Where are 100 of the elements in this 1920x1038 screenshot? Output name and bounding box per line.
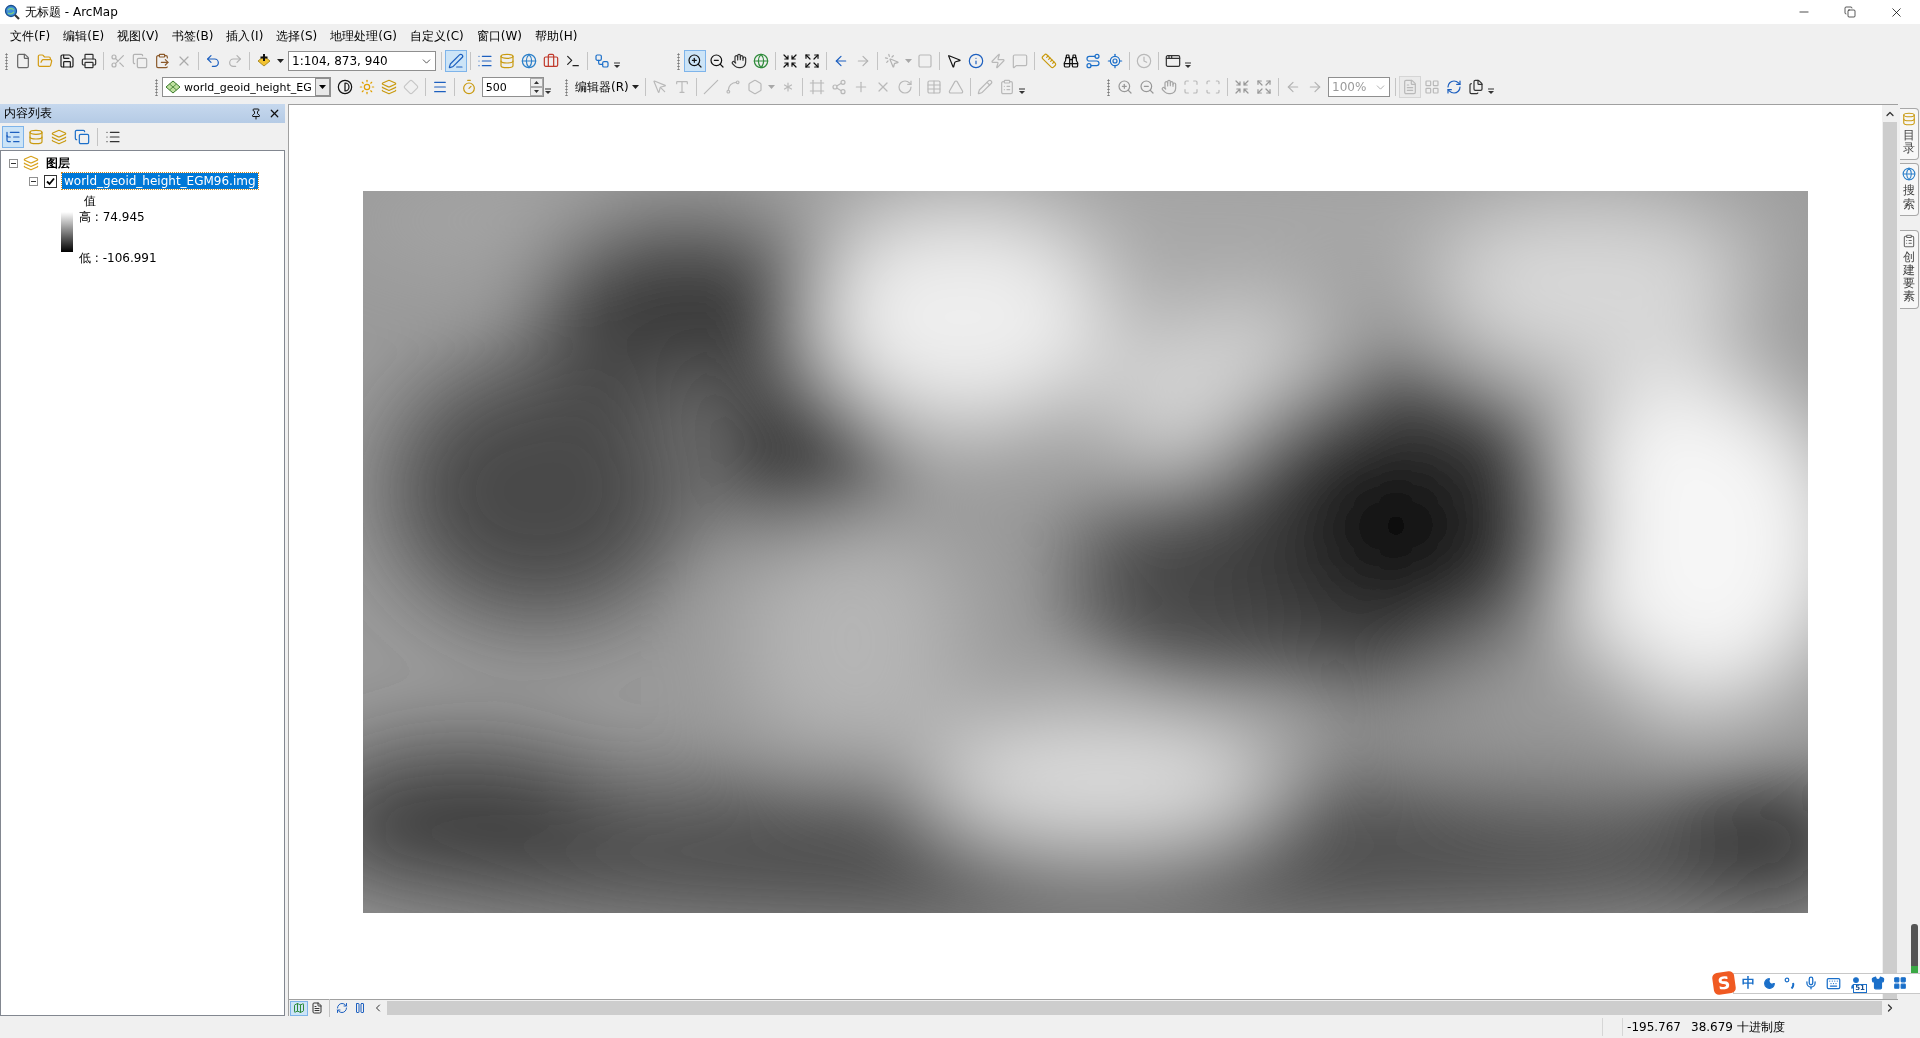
- globe-icon: [753, 53, 769, 69]
- y-coordinate: 38.679: [1691, 1020, 1733, 1034]
- briefcase-icon: [543, 53, 559, 69]
- pencil-icon: [976, 79, 993, 95]
- menu-item[interactable]: 选择(S): [270, 25, 325, 47]
- crosshair-icon: [1107, 53, 1123, 69]
- grip-icon[interactable]: [155, 78, 158, 96]
- sun-icon: [358, 79, 375, 95]
- input-mode-button[interactable]: 中: [1742, 974, 1755, 992]
- menu-item[interactable]: 插入(I): [220, 25, 271, 47]
- scissors-icon: [110, 53, 126, 69]
- zoom-in-icon: [687, 53, 703, 69]
- zoom-in-button[interactable]: [684, 50, 706, 72]
- scrollbar-thumb[interactable]: [1883, 122, 1897, 999]
- keyboard-icon[interactable]: [1826, 975, 1841, 991]
- page-icon: [1402, 79, 1418, 95]
- triangle-icon: [947, 79, 964, 95]
- list-by-drawing-order-tab[interactable]: [2, 125, 24, 148]
- close-icon[interactable]: [268, 107, 281, 120]
- info-icon: [968, 53, 984, 69]
- layer-dropdown[interactable]: world_geoid_height_EG: [162, 77, 331, 97]
- square-icon: [917, 53, 933, 69]
- caret-down-icon: [767, 85, 775, 89]
- editor-menu[interactable]: 编辑器(R): [572, 78, 642, 96]
- clipboard-icon: [154, 53, 170, 69]
- arrows-inward-icon: [1234, 79, 1250, 95]
- binoculars-icon: [1063, 53, 1079, 69]
- redo-icon: [227, 53, 243, 69]
- shirt-icon[interactable]: [1871, 976, 1885, 990]
- clipboard-list-icon: [998, 79, 1015, 95]
- lines-icon: [431, 79, 448, 95]
- nodes-icon: [830, 79, 847, 95]
- legend-low-value: 低 : -106.991: [79, 251, 157, 266]
- microphone-icon[interactable]: [1804, 976, 1818, 990]
- hash-icon: [808, 79, 825, 95]
- panel-title: 内容列表: [4, 105, 52, 122]
- menu-item[interactable]: 书签(B): [165, 25, 221, 47]
- menu-item[interactable]: 编辑(E): [57, 25, 112, 47]
- layers-stack-icon: [23, 155, 39, 171]
- flicker-rate-spinner[interactable]: 500: [481, 77, 544, 97]
- punctuation-icon[interactable]: [1784, 977, 1796, 989]
- refresh-icon: [336, 1002, 348, 1014]
- menu-item[interactable]: 自定义(C): [403, 25, 471, 47]
- dock-tab[interactable]: 搜索: [1900, 163, 1919, 216]
- hand-icon: [731, 53, 747, 69]
- menu-item[interactable]: 窗口(W): [470, 25, 529, 47]
- flowchart-icon: [594, 53, 610, 69]
- grip-icon[interactable]: [677, 52, 680, 70]
- pen-line-icon: [448, 53, 464, 69]
- pointer-arrow-icon: [651, 79, 668, 95]
- database-icon: [499, 53, 515, 69]
- speech-bubble-icon: [1012, 53, 1028, 69]
- terminal-icon: [565, 53, 581, 69]
- window-title: 无标题 - ArcMap: [25, 3, 118, 21]
- map-canvas[interactable]: [289, 104, 1882, 999]
- grid-icon[interactable]: [1893, 976, 1907, 990]
- coordinate-units: 十进制度: [1737, 1018, 1785, 1036]
- stacked-squares-icon: [74, 128, 90, 145]
- menu-item[interactable]: 文件(F): [4, 25, 58, 47]
- window-icon: [1165, 53, 1181, 69]
- scrollbar-thumb[interactable]: [387, 1001, 1882, 1015]
- grip-icon[interactable]: [5, 52, 8, 70]
- dock-tab[interactable]: 创建要素: [1900, 229, 1919, 309]
- spin-arrows-icon[interactable]: [529, 78, 543, 96]
- diamond-icon: [402, 79, 419, 95]
- menu-item[interactable]: 视图(V): [111, 25, 166, 47]
- arrows-outward-icon: [1256, 79, 1272, 95]
- collapse-icon[interactable]: [29, 176, 38, 186]
- x-coordinate: -195.767: [1627, 1020, 1681, 1034]
- database-icon: [1902, 112, 1916, 126]
- moon-icon[interactable]: [1763, 976, 1776, 990]
- collapse-icon[interactable]: [9, 158, 18, 168]
- menu-item[interactable]: 地理处理(G): [324, 25, 404, 47]
- layer-name[interactable]: world_geoid_height_EGM96.img: [62, 173, 258, 189]
- zoom-in-icon: [1117, 79, 1133, 95]
- restore-icon: [1844, 6, 1856, 18]
- caret-down-icon: [631, 85, 639, 89]
- menu-item[interactable]: 帮助(H): [528, 25, 585, 47]
- dock-tab[interactable]: 目录: [1900, 108, 1919, 161]
- grip-icon[interactable]: [565, 78, 568, 96]
- globe-icon: [521, 53, 537, 69]
- scale-dropdown[interactable]: 1:104, 873, 940: [288, 51, 436, 71]
- rotate-icon: [896, 79, 913, 95]
- pause-icon: [354, 1002, 366, 1014]
- grip-icon[interactable]: [1107, 78, 1110, 96]
- hand-icon: [1161, 79, 1177, 95]
- list-icon: [477, 53, 493, 69]
- timer-icon: [460, 79, 477, 95]
- layer-group-label[interactable]: 图层: [44, 153, 72, 173]
- database-icon: [28, 128, 44, 145]
- pin-icon[interactable]: [250, 107, 262, 120]
- data-view-button[interactable]: [290, 1000, 308, 1016]
- layer-checkbox[interactable]: [44, 174, 57, 188]
- corner-brackets-icon: [1205, 79, 1221, 95]
- hexagon-icon: [746, 79, 763, 95]
- editor-toolbar-button[interactable]: [445, 50, 467, 72]
- arrows-inward-icon: [782, 53, 798, 69]
- refresh-icon: [1446, 79, 1462, 95]
- legend-ramp-icon: [61, 212, 73, 252]
- table-icon: [925, 79, 942, 95]
